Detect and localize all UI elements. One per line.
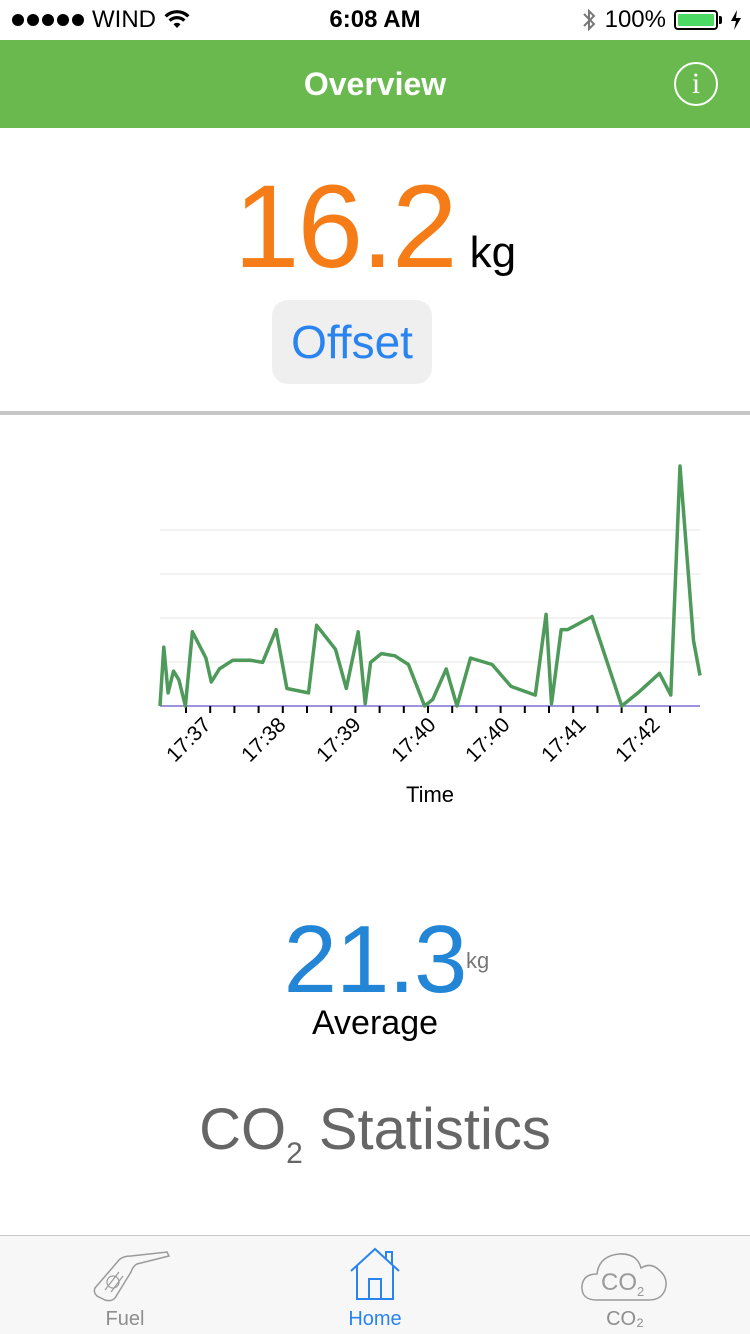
- x-axis-label: Time: [406, 782, 454, 807]
- home-icon: [350, 1247, 400, 1300]
- offset-unit: kg: [469, 228, 517, 277]
- co2-chart: 17:37 17:38 17:39 17:40 17:40 17:41 17:42 Time: [0, 440, 750, 820]
- fuel-pump-icon: [93, 1251, 171, 1302]
- x-tick-label: 17:38: [237, 713, 290, 766]
- info-icon: i: [691, 67, 701, 100]
- tab-home-label: Home: [348, 1308, 402, 1330]
- nav-title: Overview: [303, 66, 447, 102]
- offset-amount: 16.2: [233, 161, 458, 293]
- tab-home[interactable]: Home: [250, 1236, 500, 1334]
- stats-title-prefix: CO: [199, 1097, 287, 1162]
- status-right: 100%: [581, 6, 742, 34]
- x-tick-label: 17:42: [611, 713, 664, 766]
- x-tick-label: 17:39: [312, 713, 365, 766]
- section-divider: [0, 411, 750, 415]
- x-tick-label: 17:37: [162, 713, 215, 766]
- tab-fuel-label: Fuel: [105, 1308, 145, 1330]
- offset-value-display: 16.2 kg: [0, 168, 750, 286]
- average-value-display: 21.3: [0, 912, 750, 1008]
- battery-icon: [674, 10, 722, 30]
- average-label: Average: [311, 1004, 439, 1042]
- bluetooth-icon: [582, 8, 596, 32]
- average-amount: 21.3: [283, 906, 468, 1013]
- status-bar: WIND 6:08 AM 100%: [0, 0, 750, 40]
- offset-button[interactable]: Offset: [272, 300, 432, 384]
- charging-bolt-icon: [731, 10, 741, 30]
- co2-cloud-icon: CO 2: [581, 1253, 667, 1301]
- tab-bar: Fuel Home CO 2 CO₂: [0, 1235, 750, 1334]
- battery-percentage: 100%: [604, 6, 666, 33]
- average-unit: kg: [466, 948, 490, 973]
- tab-co2[interactable]: CO 2 CO₂: [500, 1236, 750, 1334]
- svg-text:2: 2: [637, 1284, 644, 1299]
- x-tick-label: 17:40: [461, 713, 514, 766]
- x-tick-label: 17:41: [537, 713, 590, 766]
- tab-fuel[interactable]: Fuel: [0, 1236, 250, 1334]
- x-tick-label: 17:40: [387, 713, 440, 766]
- co2-statistics-title: CO2 Statistics: [0, 1096, 750, 1171]
- stats-title-suffix: Statistics: [302, 1097, 551, 1162]
- chart-svg: 17:37 17:38 17:39 17:40 17:40 17:41 17:42 Time: [158, 464, 702, 807]
- series-line: [158, 464, 702, 708]
- svg-text:CO: CO: [601, 1269, 637, 1296]
- tab-co2-label: CO₂: [606, 1308, 644, 1330]
- info-button[interactable]: i: [674, 62, 718, 106]
- navigation-bar: Overview i: [0, 40, 750, 128]
- stats-title-subscript: 2: [286, 1137, 303, 1170]
